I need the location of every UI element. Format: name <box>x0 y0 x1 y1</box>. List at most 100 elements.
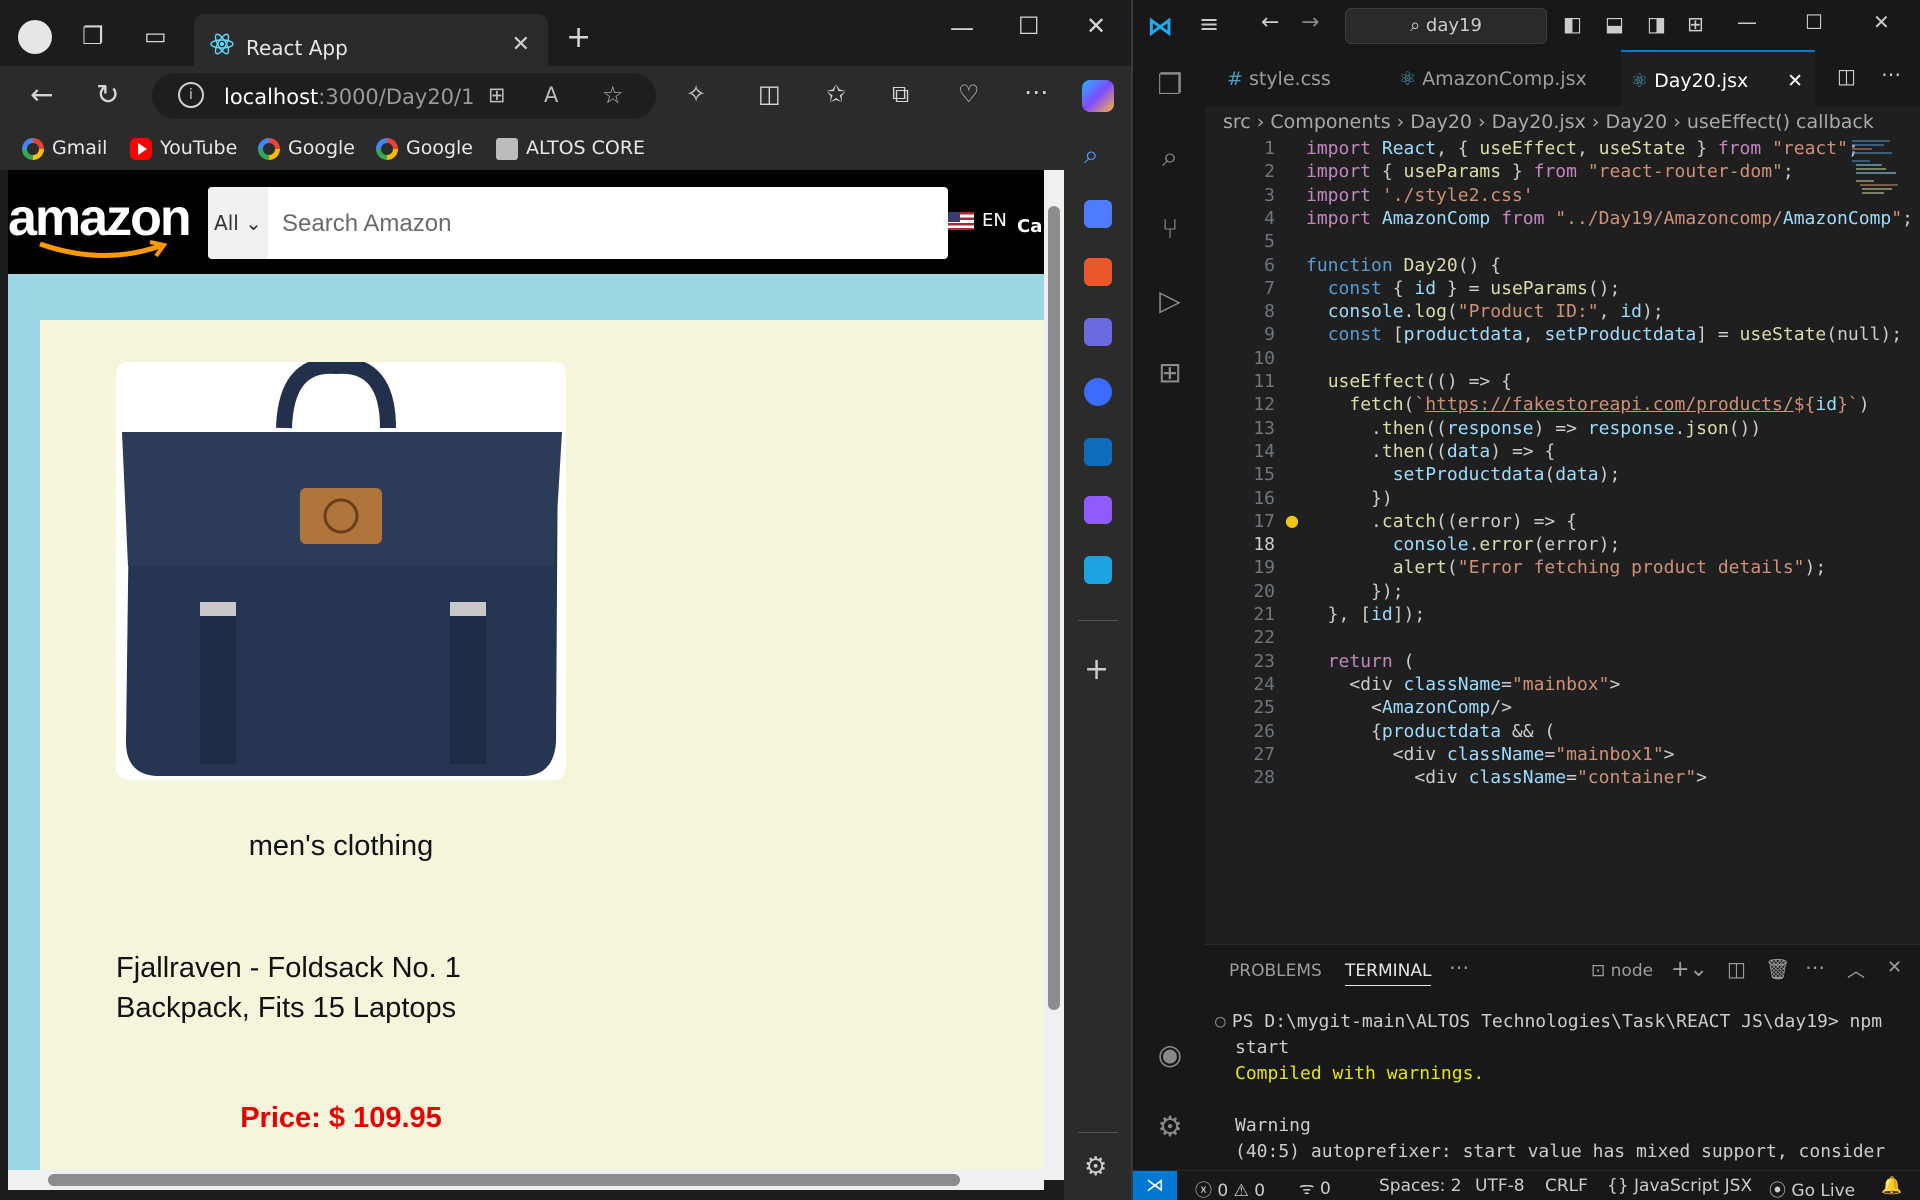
bookmark-altos-core[interactable]: ALTOS CORE <box>496 134 645 162</box>
collections-icon[interactable]: ⧉ <box>892 80 909 108</box>
manage-gear-icon[interactable]: ⚙ <box>1155 1112 1185 1142</box>
extensions-icon[interactable]: ⊞ <box>1155 358 1185 388</box>
page-horizontal-scrollbar[interactable] <box>8 1170 1044 1190</box>
tab-problems[interactable]: PROBLEMS <box>1229 961 1322 981</box>
language-selector[interactable]: EN <box>948 210 1007 231</box>
bookmark-google[interactable]: Google <box>258 134 355 162</box>
encoding-indicator[interactable]: UTF-8 <box>1475 1176 1525 1196</box>
favorites-icon[interactable]: ✩ <box>826 80 846 108</box>
indentation-indicator[interactable]: Spaces: 2 <box>1379 1176 1462 1196</box>
customize-layout-icon[interactable]: ⊞ <box>1687 12 1704 36</box>
tab-terminal[interactable]: TERMINAL <box>1345 961 1432 986</box>
scrollbar-thumb[interactable] <box>1048 206 1060 1010</box>
bookmark-google-2[interactable]: Google <box>376 134 473 162</box>
problems-indicator[interactable]: ⓧ 0 ⚠ 0 <box>1195 1176 1265 1200</box>
eol-indicator[interactable]: CRLF <box>1545 1176 1588 1196</box>
language-indicator[interactable]: {} JavaScript JSX <box>1607 1176 1752 1196</box>
new-terminal-icon[interactable]: +⌄ <box>1671 957 1708 982</box>
read-aloud-icon[interactable]: A <box>544 83 558 107</box>
line-number: 8 <box>1264 301 1275 323</box>
site-info-icon[interactable]: i <box>178 82 204 108</box>
nav-forward-icon[interactable]: → <box>1301 10 1319 35</box>
maximize-icon[interactable]: ☐ <box>1805 10 1823 34</box>
add-icon[interactable]: + <box>1084 652 1112 687</box>
breadcrumb[interactable]: src › Components › Day20 › Day20.jsx › D… <box>1205 106 1920 138</box>
cart-link[interactable]: Ca <box>1017 216 1042 237</box>
hamburger-menu-icon[interactable]: ≡ <box>1199 10 1219 38</box>
split-editor-icon[interactable]: ◫ <box>1837 64 1856 88</box>
back-icon[interactable]: ← <box>30 78 53 111</box>
profile-avatar[interactable] <box>18 20 52 54</box>
kill-terminal-icon[interactable]: 🗑 <box>1765 957 1790 981</box>
amazon-logo[interactable]: amazon <box>8 178 196 266</box>
new-tab-icon[interactable]: + <box>566 20 591 55</box>
close-tab-icon[interactable]: ✕ <box>1787 52 1803 110</box>
panel-more-icon[interactable]: ⋯ <box>1449 955 1469 979</box>
close-panel-icon[interactable]: ✕ <box>1887 957 1902 978</box>
explorer-icon[interactable]: ❐ <box>1155 70 1185 100</box>
go-live-button[interactable]: ⦿ Go Live <box>1769 1176 1855 1200</box>
amazon-search-input[interactable] <box>280 187 944 261</box>
app-available-icon[interactable]: ⊞ <box>488 83 506 107</box>
bookmark-youtube[interactable]: YouTube <box>130 134 237 162</box>
tab-style-css[interactable]: # style.css <box>1227 50 1397 106</box>
close-window-icon[interactable]: ✕ <box>1873 10 1890 34</box>
ports-indicator[interactable]: ᯤ 0 <box>1299 1176 1331 1199</box>
editor-more-icon[interactable]: ⋯ <box>1881 62 1901 86</box>
run-debug-icon[interactable]: ▷ <box>1155 286 1185 316</box>
code-line: useEffect(() => { <box>1327 371 1512 392</box>
minimize-icon[interactable]: — <box>1737 10 1757 34</box>
toggle-secondary-sidebar-icon[interactable]: ◨ <box>1647 12 1666 36</box>
address-bar[interactable]: i localhost:3000/Day20/1 ⊞ A ☆ <box>152 73 656 119</box>
nav-back-icon[interactable]: ← <box>1261 10 1279 35</box>
notifications-icon[interactable]: 🔔 <box>1881 1176 1902 1196</box>
search-category-select[interactable]: All ⌄ <box>208 187 268 259</box>
settings-icon[interactable]: ⚙ <box>1084 1152 1112 1182</box>
outlook-icon[interactable] <box>1084 438 1112 466</box>
source-control-icon[interactable]: ⑂ <box>1155 214 1185 244</box>
tools-icon[interactable] <box>1084 258 1112 286</box>
page-vertical-scrollbar[interactable] <box>1044 170 1064 1180</box>
toggle-sidebar-icon[interactable]: ◧ <box>1563 12 1582 36</box>
split-terminal-icon[interactable]: ◫ <box>1727 957 1746 981</box>
command-center[interactable]: ⌕ day19 <box>1345 8 1547 44</box>
line-number: 15 <box>1253 464 1275 486</box>
designer-icon[interactable] <box>1084 496 1112 524</box>
workspaces-icon[interactable]: ❐ <box>82 22 104 50</box>
copilot-icon[interactable] <box>1082 80 1114 112</box>
bookmark-gmail[interactable]: Gmail <box>22 134 107 162</box>
edge-sidebar: ⌕ + ⚙ <box>1064 126 1131 1200</box>
maximize-icon[interactable]: ☐ <box>1018 12 1040 40</box>
toggle-panel-icon[interactable]: ⬓ <box>1605 12 1624 36</box>
favorite-star-icon[interactable]: ☆ <box>602 81 624 109</box>
browser-essentials-icon[interactable]: ♡ <box>958 80 980 108</box>
copilot-sidebar-icon[interactable] <box>1084 378 1112 406</box>
shopping-icon[interactable] <box>1084 200 1112 228</box>
games-icon[interactable] <box>1084 318 1112 346</box>
minimap[interactable] <box>1850 138 1900 278</box>
more-menu-icon[interactable]: ⋯ <box>1024 78 1048 106</box>
extensions-icon[interactable]: ✧ <box>686 80 706 108</box>
minimize-icon[interactable]: — <box>950 14 974 42</box>
terminal-shell-selector[interactable]: ⊡ node <box>1591 961 1653 981</box>
tab-day20-jsx[interactable]: ⚛ Day20.jsx ✕ <box>1621 50 1815 106</box>
account-icon[interactable]: ◉ <box>1155 1040 1185 1070</box>
scrollbar-thumb[interactable] <box>48 1174 960 1186</box>
close-window-icon[interactable]: ✕ <box>1086 12 1106 40</box>
refresh-icon[interactable]: ↻ <box>96 78 119 111</box>
remote-indicator-icon[interactable]: ⋊ <box>1133 1171 1177 1200</box>
terminal-more-icon[interactable]: ⋯ <box>1805 955 1825 979</box>
code-editor[interactable]: 1 import React, { useEffect, useState } f… <box>1205 138 1920 942</box>
product-category: men's clothing <box>248 830 434 862</box>
split-screen-icon[interactable]: ◫ <box>758 80 781 108</box>
send-icon[interactable] <box>1084 556 1112 584</box>
lightbulb-icon[interactable]: ● <box>1285 511 1299 530</box>
tab-actions-icon[interactable]: ▭ <box>144 22 167 50</box>
maximize-panel-icon[interactable]: ︿ <box>1847 957 1865 983</box>
line-number: 22 <box>1253 627 1275 649</box>
close-tab-icon[interactable]: ✕ <box>512 32 530 57</box>
search-icon[interactable]: ⌕ <box>1084 140 1112 170</box>
tab-amazoncomp-jsx[interactable]: ⚛ AmazonComp.jsx <box>1399 50 1619 106</box>
search-icon[interactable]: ⌕ <box>1155 142 1185 172</box>
terminal-output[interactable]: ○ PS D:\mygit-main\ALTOS Technologies\Tas… <box>1215 1009 1900 1165</box>
